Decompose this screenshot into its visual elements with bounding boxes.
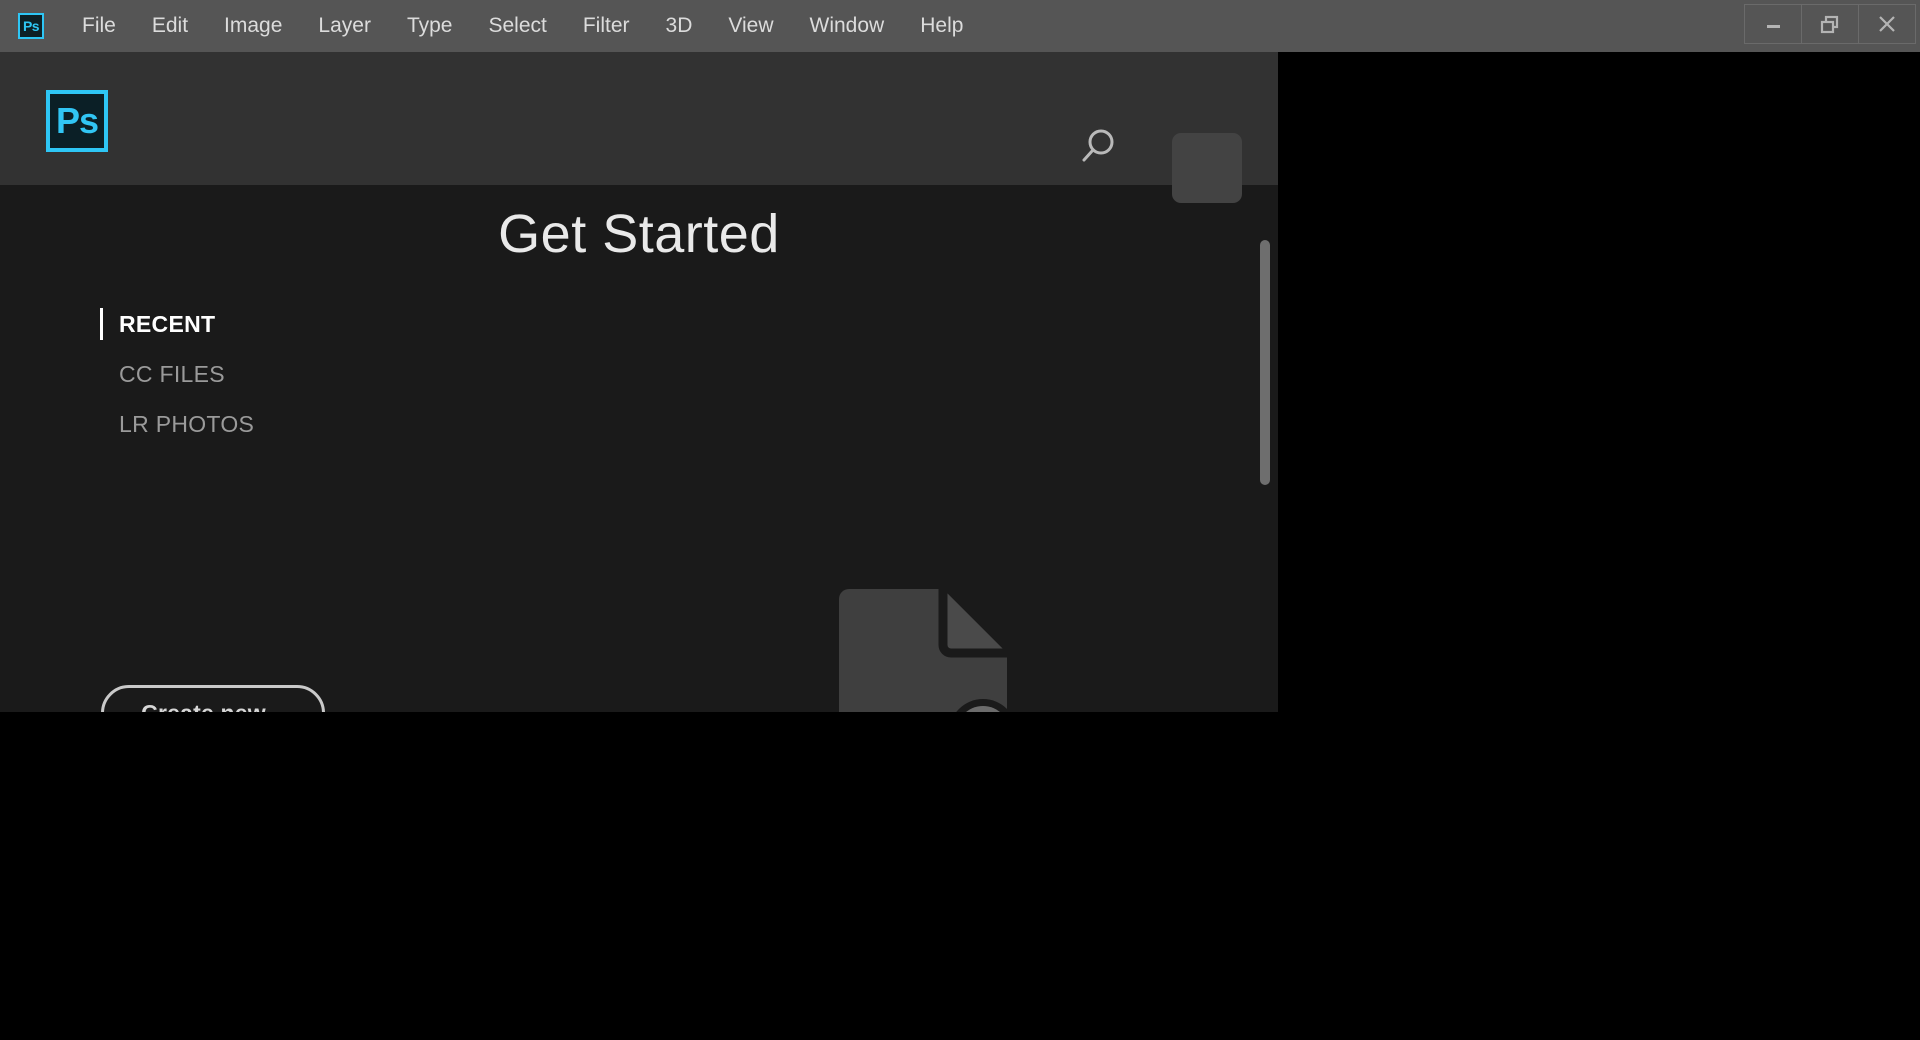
menu-item-3d[interactable]: 3D bbox=[648, 10, 711, 42]
close-button[interactable] bbox=[1858, 4, 1916, 44]
restore-icon bbox=[1820, 15, 1839, 34]
photoshop-logo-large-text: Ps bbox=[55, 100, 99, 141]
start-panel-nav: RECENT CC FILES LR PHOTOS bbox=[100, 299, 254, 449]
start-workspace-panel: Ps Get Started RECENT CC FILES LR PHOTOS… bbox=[0, 52, 1278, 712]
nav-item-cc-files[interactable]: CC FILES bbox=[100, 349, 254, 399]
menu-bar: Ps File Edit Image Layer Type Select Fil… bbox=[0, 0, 1920, 52]
menu-item-window[interactable]: Window bbox=[792, 10, 903, 42]
minimize-button[interactable] bbox=[1744, 4, 1802, 44]
nav-item-recent-label: RECENT bbox=[119, 310, 216, 337]
active-indicator bbox=[100, 408, 103, 440]
restore-button[interactable] bbox=[1801, 4, 1859, 44]
new-document-icon[interactable] bbox=[835, 585, 1025, 712]
minimize-icon bbox=[1767, 25, 1780, 28]
panel-scrollbar[interactable] bbox=[1258, 185, 1272, 712]
nav-item-recent[interactable]: RECENT bbox=[100, 299, 254, 349]
menu-item-select[interactable]: Select bbox=[470, 10, 564, 42]
photoshop-logo-icon[interactable]: Ps bbox=[18, 13, 44, 39]
close-icon bbox=[1879, 16, 1895, 32]
menu-item-edit[interactable]: Edit bbox=[134, 10, 206, 42]
page-title: Get Started bbox=[498, 204, 780, 264]
scrollbar-thumb[interactable] bbox=[1260, 240, 1270, 485]
photoshop-logo-large-icon: Ps bbox=[46, 90, 108, 152]
menu-item-filter[interactable]: Filter bbox=[565, 10, 648, 42]
menu-item-view[interactable]: View bbox=[710, 10, 791, 42]
create-new-button[interactable]: Create new... bbox=[101, 685, 325, 712]
menu-item-help[interactable]: Help bbox=[902, 10, 981, 42]
menu-item-image[interactable]: Image bbox=[206, 10, 300, 42]
menu-item-type[interactable]: Type bbox=[389, 10, 471, 42]
start-panel-header: Ps bbox=[0, 52, 1278, 203]
menu-item-file[interactable]: File bbox=[64, 10, 134, 42]
search-button[interactable] bbox=[1077, 126, 1119, 168]
nav-item-lr-photos-label: LR PHOTOS bbox=[119, 410, 255, 437]
search-icon bbox=[1082, 129, 1114, 162]
active-indicator bbox=[100, 308, 103, 340]
nav-item-cc-files-label: CC FILES bbox=[119, 360, 225, 387]
photoshop-logo-text: Ps bbox=[22, 18, 40, 34]
menu-item-layer[interactable]: Layer bbox=[300, 10, 389, 42]
nav-item-lr-photos[interactable]: LR PHOTOS bbox=[100, 399, 254, 449]
window-controls bbox=[1744, 4, 1916, 44]
active-indicator bbox=[100, 358, 103, 390]
